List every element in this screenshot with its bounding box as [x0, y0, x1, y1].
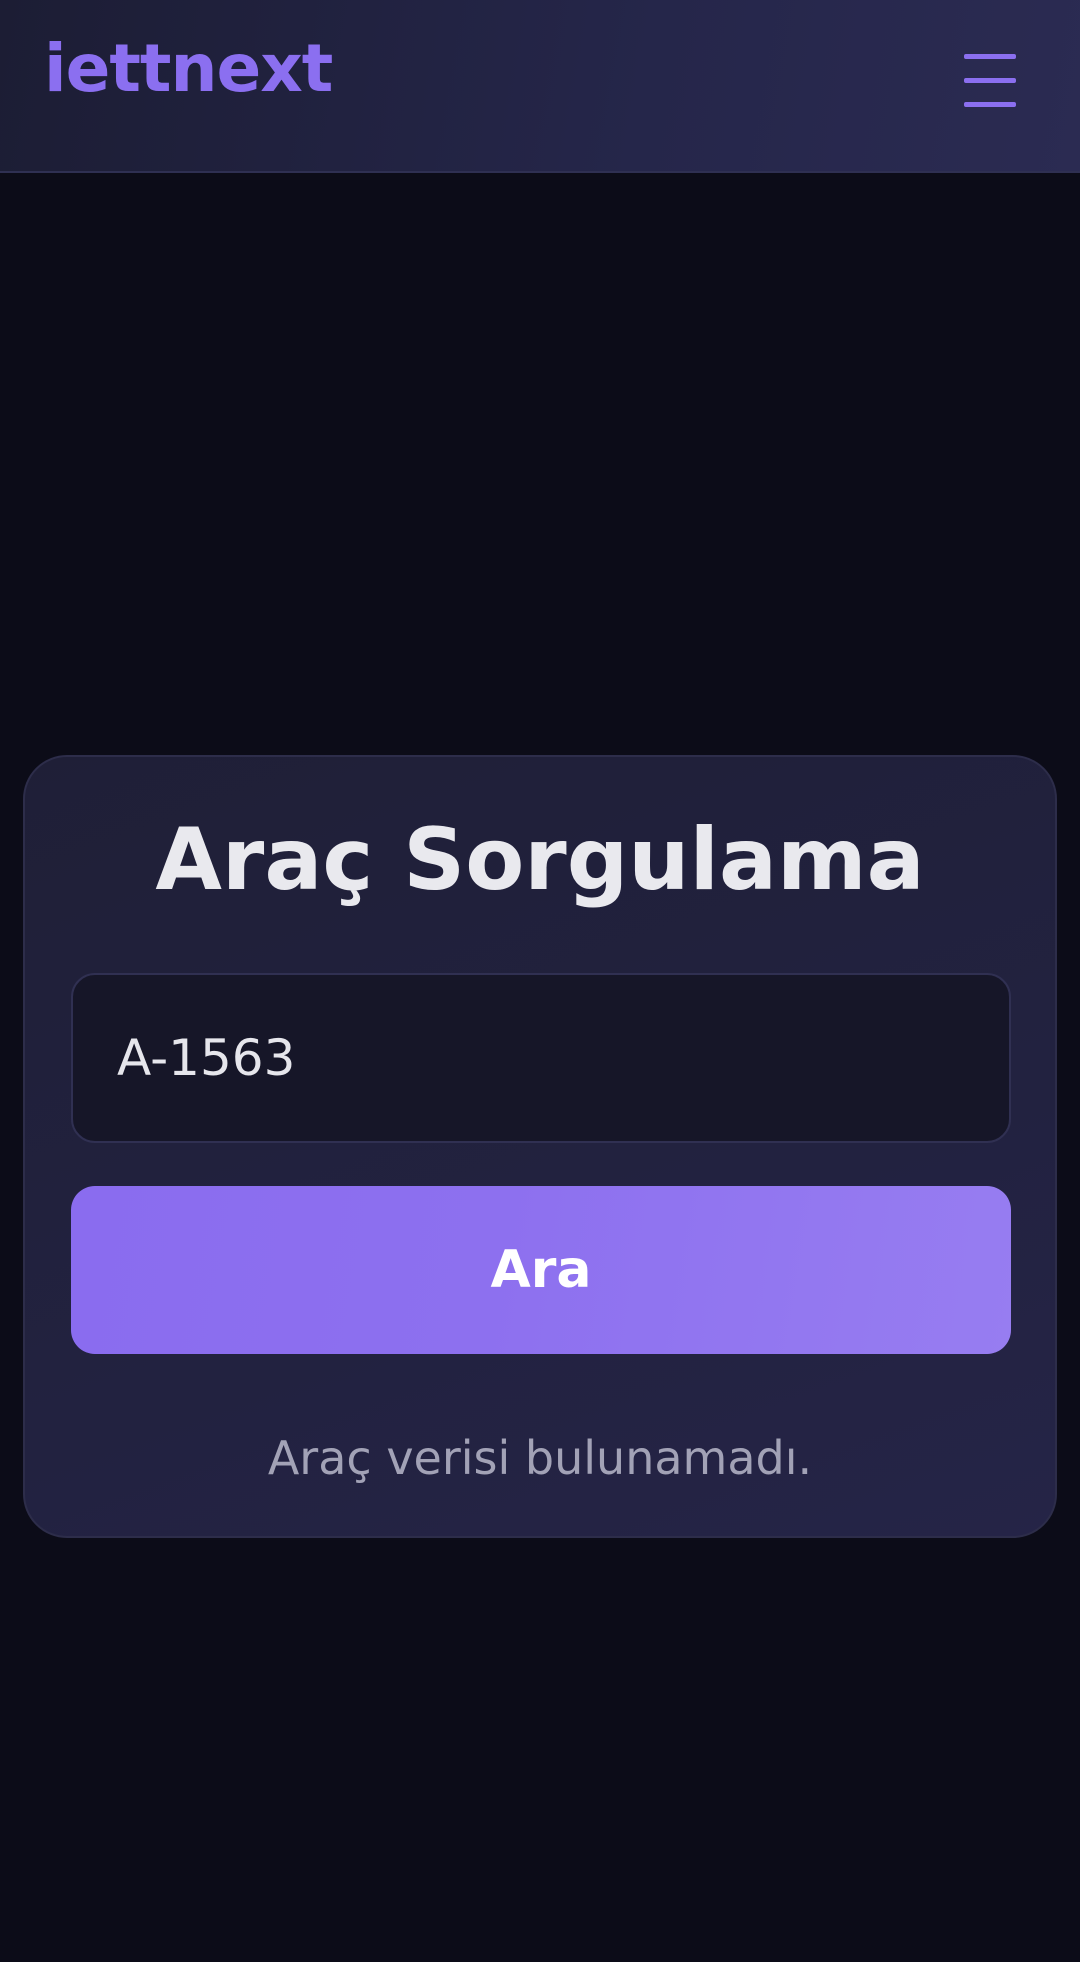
vehicle-search-input[interactable] — [71, 973, 1011, 1143]
status-message: Araç verisi bulunamadı. — [267, 1431, 813, 1485]
hamburger-menu-icon[interactable] — [964, 54, 1016, 108]
menu-line-middle — [964, 78, 1016, 83]
menu-line-top — [964, 54, 1016, 59]
vehicle-query-card: Araç Sorgulama Ara Araç verisi bulunamad… — [23, 755, 1057, 1538]
page-title: Araç Sorgulama — [155, 810, 925, 910]
app-header: iettnext — [0, 0, 1080, 173]
search-button[interactable]: Ara — [71, 1186, 1011, 1354]
app-logo[interactable]: iettnext — [44, 36, 333, 102]
menu-line-bottom — [964, 102, 1016, 107]
